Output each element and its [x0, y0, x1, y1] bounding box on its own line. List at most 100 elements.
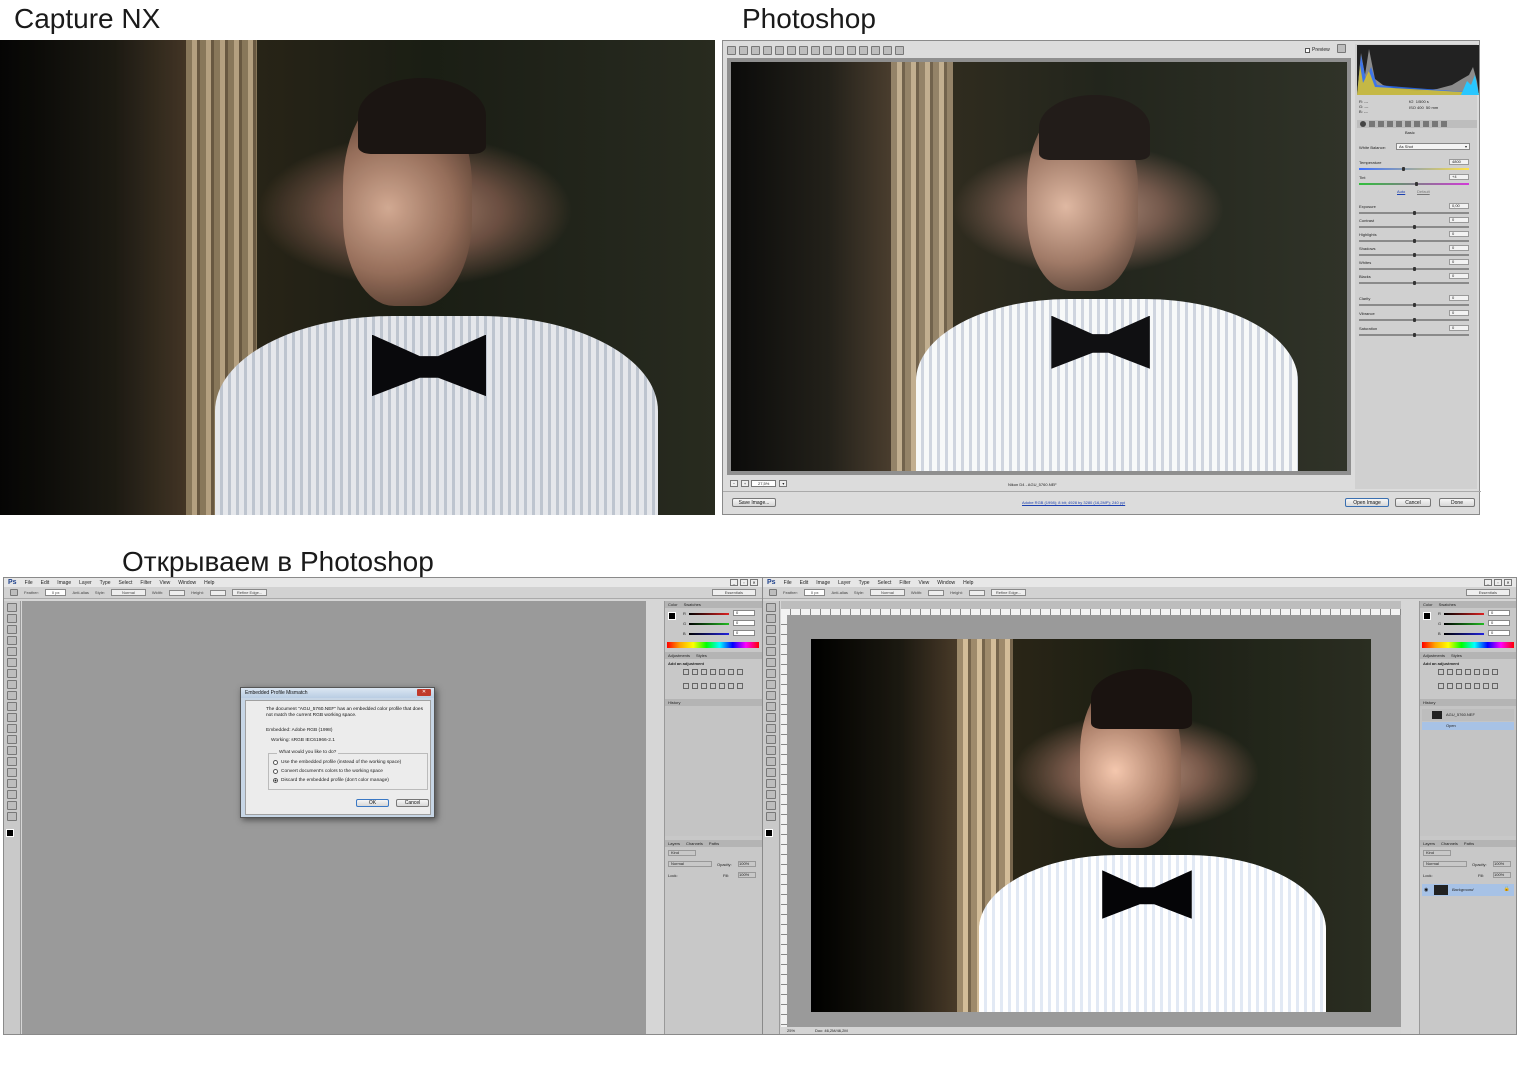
adjustment-icon[interactable]: [692, 669, 698, 675]
tab-channels[interactable]: Channels: [686, 841, 703, 846]
straighten-tool-icon[interactable]: [799, 45, 808, 55]
adjustment-icon[interactable]: [1465, 669, 1471, 675]
tab-adjustments[interactable]: Adjustments: [1423, 653, 1445, 658]
layer-filter-kind[interactable]: Kind: [668, 850, 696, 856]
tab-camera-calibration-icon[interactable]: [1423, 121, 1429, 127]
slider-thumb-shadows[interactable]: [1413, 253, 1416, 257]
slider-thumb-vibrance[interactable]: [1413, 318, 1416, 322]
adjustment-icon[interactable]: [1483, 683, 1489, 689]
menu-edit[interactable]: Edit: [800, 580, 809, 586]
path-select-tool-icon[interactable]: [7, 779, 17, 788]
tab-history[interactable]: History: [1420, 699, 1516, 706]
menu-help[interactable]: Help: [963, 580, 973, 586]
history-brush-tool-icon[interactable]: [766, 702, 776, 711]
targeted-adjust-icon[interactable]: [775, 45, 784, 55]
blend-mode-select[interactable]: Normal: [668, 861, 712, 867]
color-sampler-icon[interactable]: [763, 45, 772, 55]
slider-value-highlights[interactable]: 0: [1449, 231, 1469, 237]
lasso-tool-icon[interactable]: [7, 625, 17, 634]
slider-track-temperature[interactable]: [1359, 168, 1469, 170]
tab-tone-curve-icon[interactable]: [1369, 121, 1375, 127]
opacity-value[interactable]: 100%: [1493, 861, 1511, 867]
color-r-slider[interactable]: [689, 613, 729, 615]
tab-split-toning-icon[interactable]: [1396, 121, 1402, 127]
hand-tool-icon[interactable]: [766, 801, 776, 810]
eyedropper-tool-icon[interactable]: [766, 658, 776, 667]
slider-track-tint[interactable]: [1359, 183, 1469, 185]
clone-stamp-tool-icon[interactable]: [7, 691, 17, 700]
minimize-icon[interactable]: _: [730, 579, 738, 586]
width-input[interactable]: [169, 589, 186, 596]
workspace-select[interactable]: Essentials: [1465, 589, 1510, 596]
dialog-cancel-button[interactable]: Cancel: [396, 799, 429, 807]
graduated-filter-icon[interactable]: [847, 45, 856, 55]
height-input[interactable]: [209, 589, 226, 596]
adjustment-icon[interactable]: [1438, 683, 1444, 689]
style-select[interactable]: Normal: [869, 589, 905, 596]
color-spectrum[interactable]: [667, 642, 759, 648]
default-link[interactable]: Default: [1417, 189, 1430, 194]
tab-adjustments[interactable]: Adjustments: [668, 653, 690, 658]
eyedropper-tool-icon[interactable]: [7, 658, 17, 667]
zoom-tool-icon[interactable]: [727, 45, 736, 55]
pen-tool-icon[interactable]: [766, 757, 776, 766]
ok-button[interactable]: OK: [356, 799, 389, 807]
radio-button[interactable]: [273, 778, 278, 783]
color-b-value[interactable]: 0: [1488, 630, 1510, 636]
fill-value[interactable]: 100%: [1493, 872, 1511, 878]
type-tool-icon[interactable]: [7, 768, 17, 777]
opacity-value[interactable]: 100%: [738, 861, 756, 867]
path-select-tool-icon[interactable]: [766, 779, 776, 788]
zoom-in-icon[interactable]: +: [741, 480, 749, 487]
adjustment-icon[interactable]: [728, 669, 734, 675]
red-eye-icon[interactable]: [823, 45, 832, 55]
color-r-slider[interactable]: [1444, 613, 1484, 615]
crop-tool-icon[interactable]: [7, 647, 17, 656]
done-button[interactable]: Done: [1439, 498, 1475, 507]
adjustment-icon[interactable]: [1456, 669, 1462, 675]
adjustment-icon[interactable]: [1483, 669, 1489, 675]
adjustment-icon[interactable]: [1465, 683, 1471, 689]
zoom-control[interactable]: − + 27,5% ▾: [729, 480, 788, 487]
style-select[interactable]: Normal: [110, 589, 146, 596]
clone-stamp-tool-icon[interactable]: [766, 691, 776, 700]
menu-view[interactable]: View: [919, 580, 930, 586]
slider-value-vibrance[interactable]: 0: [1449, 310, 1469, 316]
eye-icon[interactable]: ◉: [1424, 887, 1428, 893]
menu-edit[interactable]: Edit: [41, 580, 50, 586]
slider-value-tint[interactable]: +4: [1449, 174, 1469, 180]
marquee-tool-icon[interactable]: [10, 589, 18, 596]
dodge-tool-icon[interactable]: [7, 746, 17, 755]
foreground-swatch[interactable]: [1423, 612, 1431, 620]
tab-paths[interactable]: Paths: [709, 841, 719, 846]
menu-window[interactable]: Window: [178, 580, 196, 586]
blur-tool-icon[interactable]: [766, 735, 776, 744]
pen-tool-icon[interactable]: [7, 757, 17, 766]
lasso-tool-icon[interactable]: [766, 625, 776, 634]
menu-window[interactable]: Window: [937, 580, 955, 586]
radial-filter-icon[interactable]: [859, 45, 868, 55]
color-spectrum[interactable]: [1422, 642, 1514, 648]
layer-row-background[interactable]: ◉ Background 🔒: [1422, 884, 1514, 896]
hand-tool-icon[interactable]: [739, 45, 748, 55]
feather-input[interactable]: 0 px: [803, 589, 826, 596]
hand-tool-icon[interactable]: [7, 801, 17, 810]
adjustment-icon[interactable]: [710, 683, 716, 689]
tab-presets-icon[interactable]: [1432, 121, 1438, 127]
color-r-value[interactable]: 0: [1488, 610, 1510, 616]
adjustment-icon[interactable]: [683, 683, 689, 689]
color-g-value[interactable]: 0: [1488, 620, 1510, 626]
quick-select-tool-icon[interactable]: [766, 636, 776, 645]
fullscreen-icon[interactable]: [1337, 44, 1346, 53]
menu-image[interactable]: Image: [57, 580, 71, 586]
spot-removal-icon[interactable]: [811, 45, 820, 55]
adjustment-brush-icon[interactable]: [835, 45, 844, 55]
adjustment-icon[interactable]: [701, 669, 707, 675]
type-tool-icon[interactable]: [766, 768, 776, 777]
eraser-tool-icon[interactable]: [7, 713, 17, 722]
menu-layer[interactable]: Layer: [79, 580, 92, 586]
tab-channels[interactable]: Channels: [1441, 841, 1458, 846]
adjustment-icon[interactable]: [1492, 669, 1498, 675]
workflow-options-link[interactable]: Adobe RGB (1998); 8 bit; 4928 by 3280 (1…: [1022, 500, 1125, 505]
slider-thumb-highlights[interactable]: [1413, 239, 1416, 243]
